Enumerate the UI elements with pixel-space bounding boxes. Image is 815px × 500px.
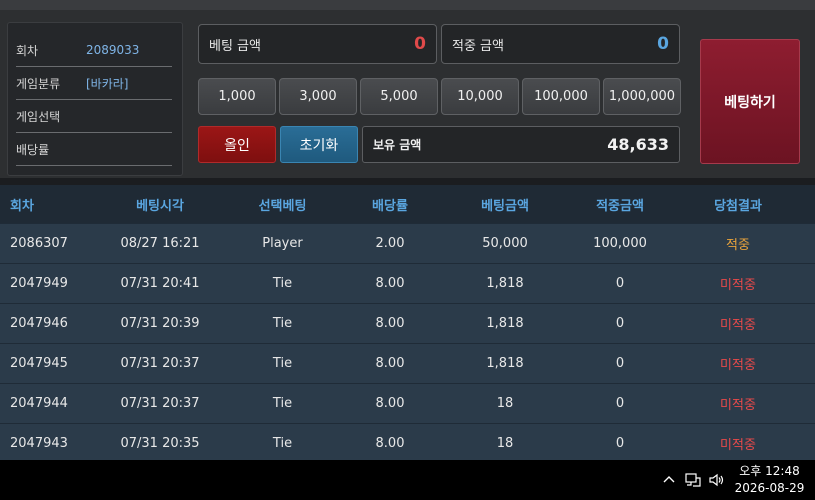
top-strip bbox=[0, 0, 815, 10]
cell-bet-amount: 1,818 bbox=[486, 316, 524, 331]
chip-button-100000[interactable]: 100,000 bbox=[522, 78, 600, 115]
cell-selection: Tie bbox=[272, 396, 293, 411]
cell-odds: 8.00 bbox=[375, 356, 405, 371]
cell-odds: 8.00 bbox=[375, 276, 405, 291]
cell-bet-time: 07/31 20:37 bbox=[120, 396, 200, 411]
chip-button-3000[interactable]: 3,000 bbox=[279, 78, 357, 115]
header-win-amount: 적중금액 bbox=[596, 198, 644, 214]
table-row: 2047949 07/31 20:41 Tie 8.00 1,818 0 미적중 bbox=[0, 263, 815, 303]
taskbar: 오후 12:48 2026-08-29 bbox=[0, 460, 815, 500]
cell-odds: 8.00 bbox=[375, 396, 405, 411]
info-row-game-selection: 게임선택 bbox=[16, 100, 172, 133]
cell-win-amount: 0 bbox=[615, 356, 625, 371]
cell-round: 2047943 bbox=[10, 436, 68, 451]
game-category: [바카라] bbox=[86, 76, 129, 91]
cell-bet-amount: 18 bbox=[496, 396, 514, 411]
info-row-odds: 배당률 bbox=[16, 133, 172, 166]
system-clock[interactable]: 오후 12:48 2026-08-29 bbox=[732, 463, 807, 497]
cell-bet-time: 07/31 20:41 bbox=[120, 276, 200, 291]
info-label: 회차 bbox=[16, 43, 39, 58]
cell-result-miss: 미적중 bbox=[720, 278, 756, 293]
clock-time: 오후 12:48 bbox=[739, 464, 800, 478]
reset-button[interactable]: 초기화 bbox=[280, 126, 358, 163]
header-round: 회차 bbox=[10, 198, 34, 214]
cell-round: 2086307 bbox=[10, 236, 68, 251]
cell-result-miss: 미적중 bbox=[720, 398, 756, 413]
place-bet-button[interactable]: 베팅하기 bbox=[700, 39, 800, 164]
info-row-round: 회차 2089033 bbox=[16, 34, 172, 67]
cell-selection: Player bbox=[262, 236, 303, 251]
cell-odds: 2.00 bbox=[375, 236, 405, 251]
cell-round: 2047946 bbox=[10, 316, 68, 331]
cell-selection: Tie bbox=[272, 356, 293, 371]
bet-area: 회차 2089033 게임분류 [바카라] 게임선택 배당률 베팅 금액 0 적… bbox=[0, 10, 815, 178]
bet-amount-box: 베팅 금액 0 bbox=[198, 24, 437, 64]
table-header: 회차 베팅시각 선택베팅 배당률 베팅금액 적중금액 당첨결과 bbox=[0, 185, 815, 223]
cell-bet-time: 07/31 20:37 bbox=[120, 356, 200, 371]
info-row-game-category: 게임분류 [바카라] bbox=[16, 67, 172, 100]
chip-button-5000[interactable]: 5,000 bbox=[360, 78, 438, 115]
cell-result-hit: 적중 bbox=[726, 238, 750, 253]
cell-win-amount: 100,000 bbox=[593, 236, 647, 251]
cell-bet-amount: 1,818 bbox=[486, 276, 524, 291]
balance-label: 보유 금액 bbox=[373, 138, 422, 152]
balance-box: 보유 금액 48,633 bbox=[362, 126, 680, 163]
cell-bet-time: 08/27 16:21 bbox=[120, 236, 200, 251]
cell-win-amount: 0 bbox=[615, 436, 625, 451]
balance-value: 48,633 bbox=[607, 135, 669, 154]
cell-selection: Tie bbox=[272, 276, 293, 291]
header-bet-time: 베팅시각 bbox=[136, 198, 184, 214]
win-amount-label: 적중 금액 bbox=[452, 38, 504, 54]
table-row: 2047943 07/31 20:35 Tie 8.00 18 0 미적중 bbox=[0, 423, 815, 463]
cell-round: 2047945 bbox=[10, 356, 68, 371]
cell-result-miss: 미적중 bbox=[720, 318, 756, 333]
all-in-button[interactable]: 올인 bbox=[198, 126, 276, 163]
table-row: 2047944 07/31 20:37 Tie 8.00 18 0 미적중 bbox=[0, 383, 815, 423]
cell-result-miss: 미적중 bbox=[720, 438, 756, 453]
cell-bet-amount: 50,000 bbox=[482, 236, 528, 251]
cell-odds: 8.00 bbox=[375, 316, 405, 331]
table-row: 2047946 07/31 20:39 Tie 8.00 1,818 0 미적중 bbox=[0, 303, 815, 343]
cell-round: 2047949 bbox=[10, 276, 68, 291]
table-row: 2086307 08/27 16:21 Player 2.00 50,000 1… bbox=[0, 223, 815, 263]
bet-amount-label: 베팅 금액 bbox=[209, 38, 261, 54]
header-odds: 배당률 bbox=[372, 198, 408, 214]
win-amount-box: 적중 금액 0 bbox=[441, 24, 680, 64]
header-result: 당첨결과 bbox=[714, 198, 762, 214]
info-label: 게임선택 bbox=[16, 109, 61, 124]
cell-result-miss: 미적중 bbox=[720, 358, 756, 373]
bet-amount-value: 0 bbox=[414, 34, 426, 54]
network-icon[interactable] bbox=[684, 460, 702, 500]
cell-bet-amount: 18 bbox=[496, 436, 514, 451]
chevron-up-icon[interactable] bbox=[662, 460, 676, 500]
cell-bet-amount: 1,818 bbox=[486, 356, 524, 371]
cell-round: 2047944 bbox=[10, 396, 68, 411]
win-amount-value: 0 bbox=[657, 34, 669, 54]
cell-odds: 8.00 bbox=[375, 436, 405, 451]
info-label: 게임분류 bbox=[16, 76, 61, 91]
chip-button-1000[interactable]: 1,000 bbox=[198, 78, 276, 115]
header-bet-amount: 베팅금액 bbox=[481, 198, 529, 214]
cell-selection: Tie bbox=[272, 436, 293, 451]
volume-icon[interactable] bbox=[708, 460, 726, 500]
bet-history-table: 회차 베팅시각 선택베팅 배당률 베팅금액 적중금액 당첨결과 2086307 … bbox=[0, 185, 815, 460]
cell-win-amount: 0 bbox=[615, 276, 625, 291]
cell-selection: Tie bbox=[272, 316, 293, 331]
round-info-panel: 회차 2089033 게임분류 [바카라] 게임선택 배당률 bbox=[7, 22, 183, 176]
chip-button-1000000[interactable]: 1,000,000 bbox=[603, 78, 681, 115]
table-row: 2047945 07/31 20:37 Tie 8.00 1,818 0 미적중 bbox=[0, 343, 815, 383]
cell-bet-time: 07/31 20:35 bbox=[120, 436, 200, 451]
chip-button-10000[interactable]: 10,000 bbox=[441, 78, 519, 115]
cell-win-amount: 0 bbox=[615, 396, 625, 411]
cell-win-amount: 0 bbox=[615, 316, 625, 331]
clock-date: 2026-08-29 bbox=[734, 481, 805, 495]
header-selection: 선택베팅 bbox=[258, 198, 307, 214]
cell-bet-time: 07/31 20:39 bbox=[120, 316, 200, 331]
info-label: 배당률 bbox=[16, 142, 50, 157]
round-number: 2089033 bbox=[86, 43, 140, 57]
